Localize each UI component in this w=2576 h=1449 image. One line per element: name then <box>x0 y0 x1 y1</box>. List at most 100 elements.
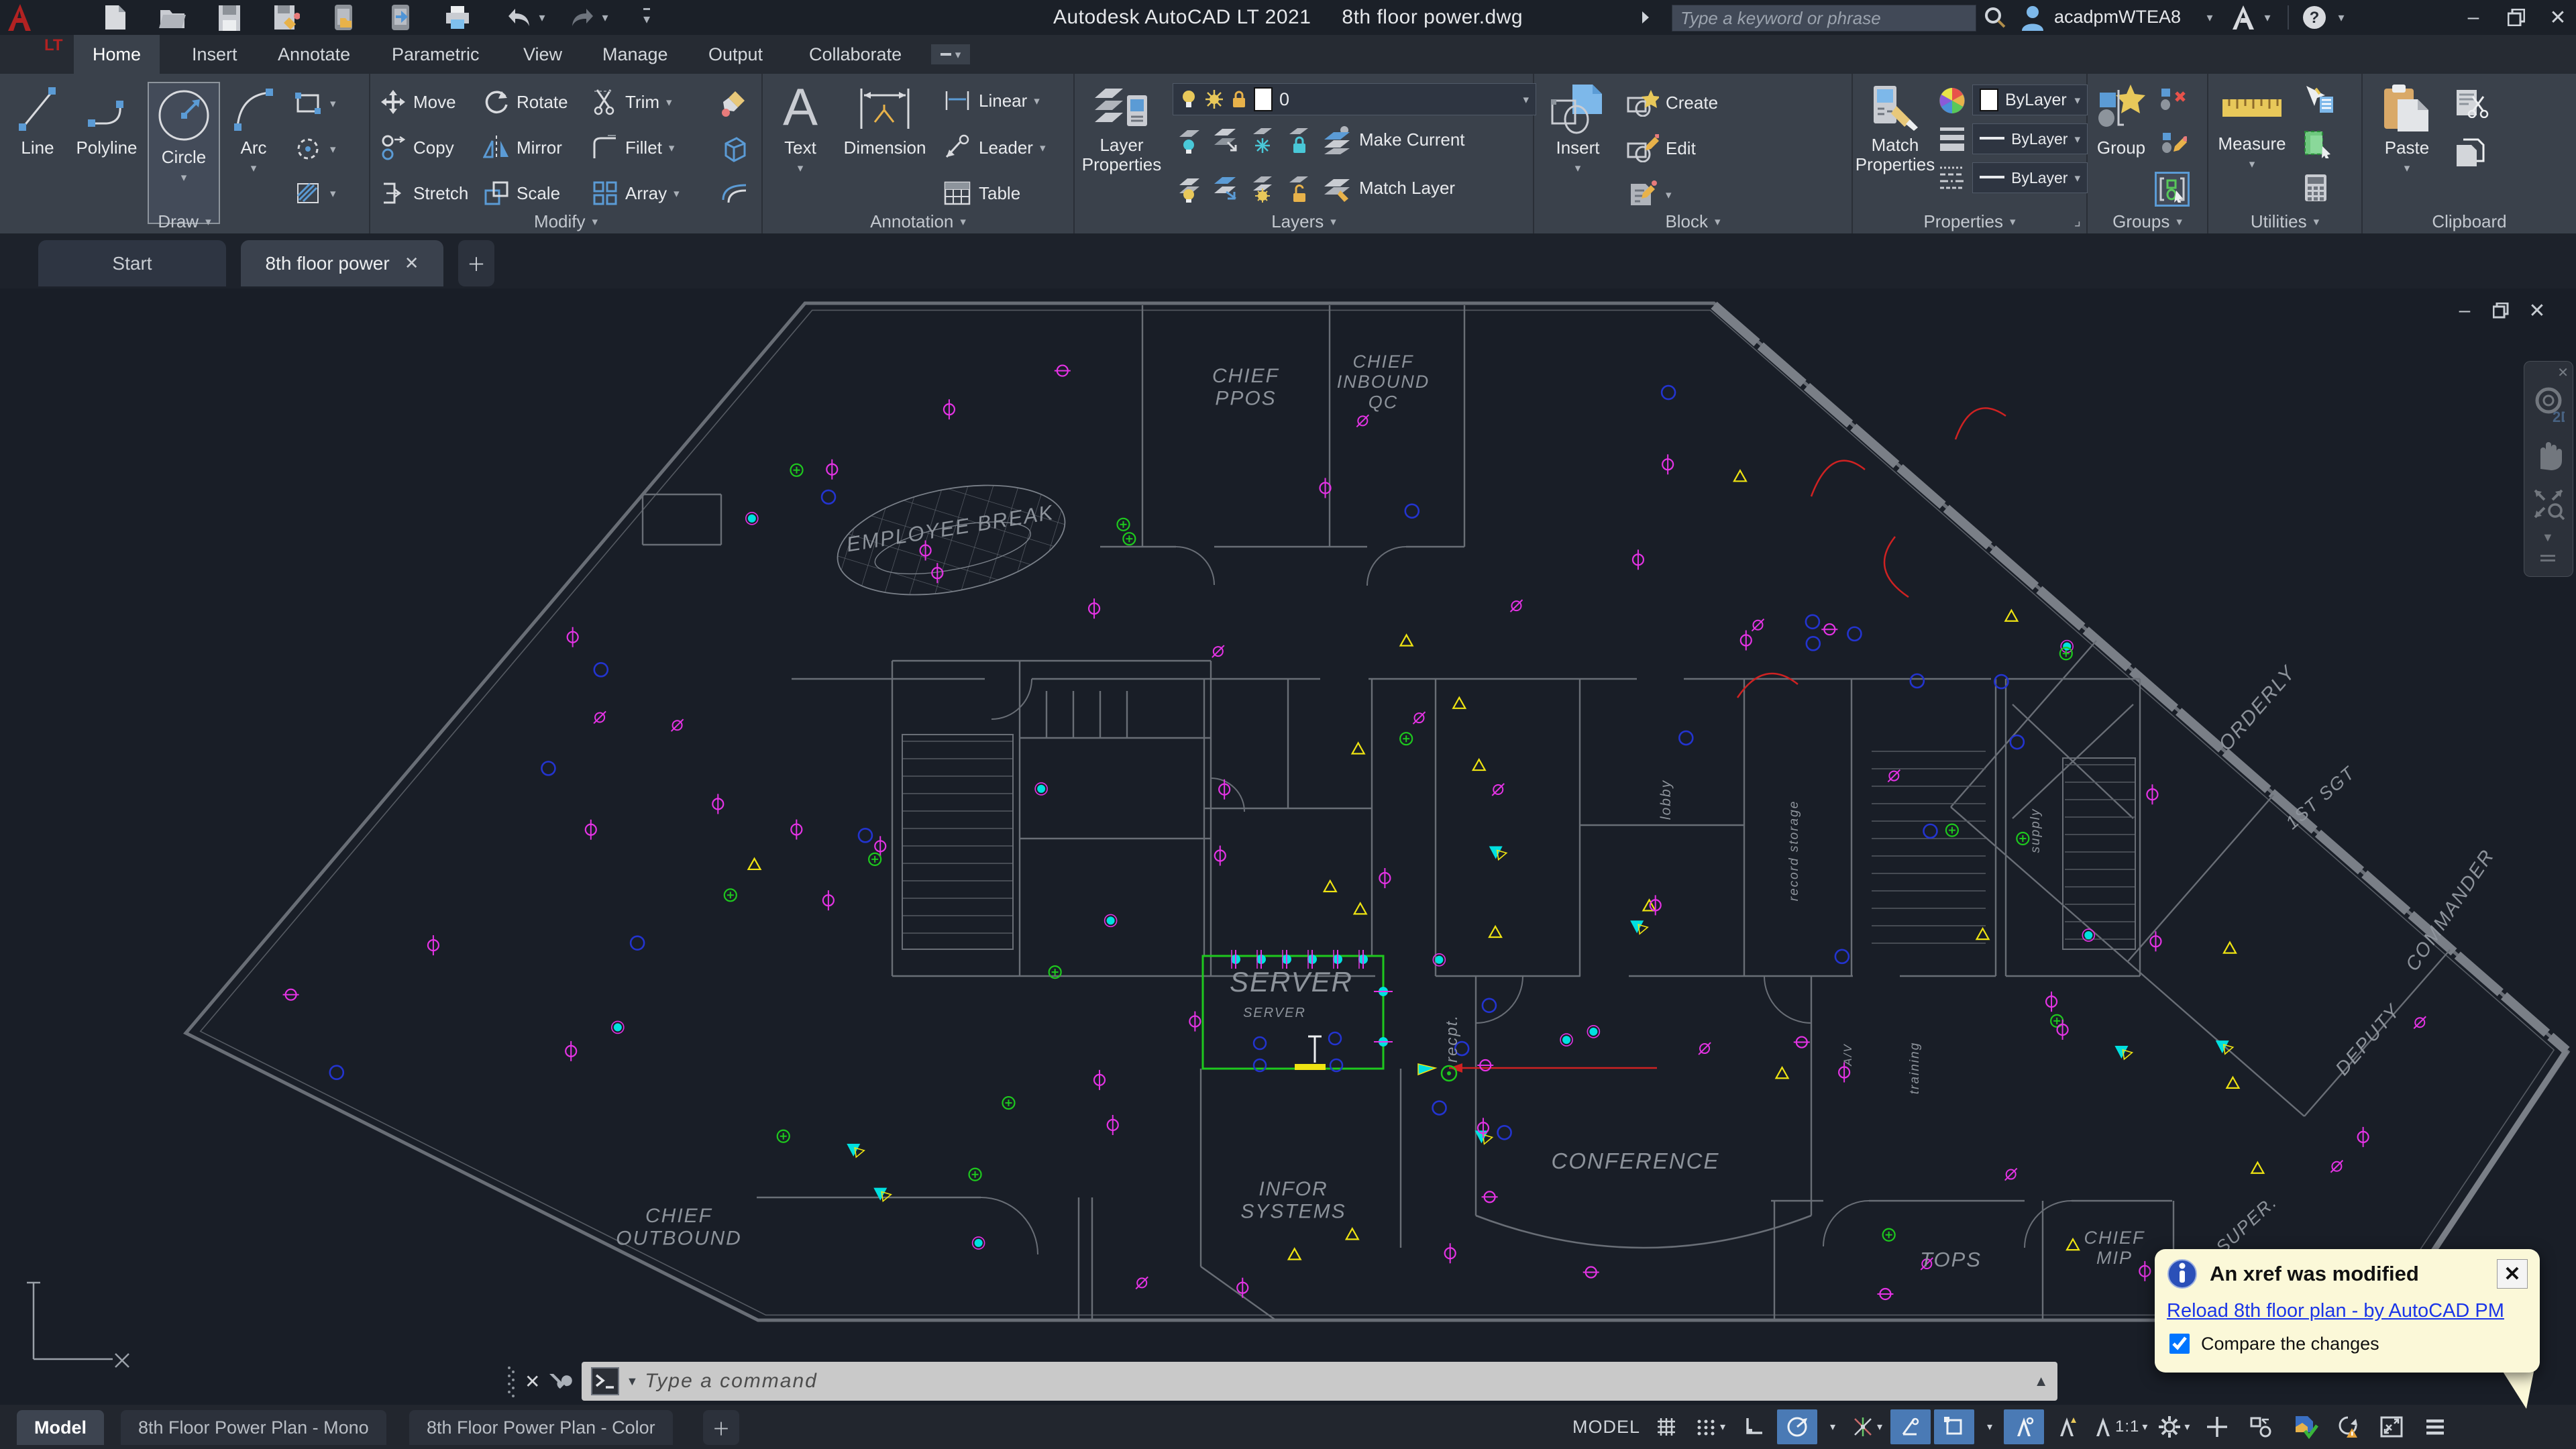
draw-panel-caption[interactable]: Draw▾ <box>0 211 369 232</box>
explode-button[interactable] <box>719 134 749 164</box>
block-panel-caption[interactable]: Block▾ <box>1534 211 1851 232</box>
command-history-caret[interactable]: ▲ <box>2034 1373 2049 1390</box>
annoscale-dropdown[interactable]: ▾ <box>2142 1420 2147 1434</box>
trim-button[interactable]: Trim▾ <box>592 89 672 115</box>
navigation-bar[interactable]: ✕ 2D ▼ <box>2524 361 2573 577</box>
pan-hand-icon[interactable] <box>2532 437 2565 472</box>
qat-customize-dropdown[interactable]: ▾ <box>633 4 660 31</box>
undo-dropdown[interactable]: ▾ <box>534 4 550 31</box>
new-layout-button[interactable]: ＋ <box>703 1410 739 1445</box>
command-bar-customize-icon[interactable] <box>549 1370 572 1393</box>
mirror-button[interactable]: Mirror <box>483 134 562 161</box>
table-button[interactable]: Table <box>943 180 1020 207</box>
ribbon-display-toggle[interactable]: ▾ <box>931 44 970 64</box>
open-file-button[interactable] <box>158 4 187 31</box>
xref-popup-close-button[interactable]: ✕ <box>2497 1259 2528 1289</box>
user-avatar-icon[interactable] <box>2018 4 2047 31</box>
file-tab-document[interactable]: 8th floor power✕ <box>241 240 443 286</box>
copy-clip-button[interactable] <box>2454 138 2486 170</box>
layer-on-button[interactable] <box>1177 173 1203 203</box>
save-button[interactable] <box>215 4 244 31</box>
line-button[interactable]: Line <box>5 83 70 158</box>
restore-button[interactable] <box>2500 3 2533 32</box>
measure-button[interactable]: Measure ▾ <box>2215 83 2289 170</box>
snap-dropdown[interactable]: ▾ <box>1720 1420 1725 1434</box>
stretch-button[interactable]: Stretch <box>380 180 468 207</box>
autodesk-a-icon[interactable] <box>2229 4 2258 31</box>
grid-display-button[interactable] <box>1646 1409 1686 1444</box>
snap-mode-button[interactable]: ▾ <box>1690 1409 1730 1444</box>
drawing-restore-icon[interactable] <box>2486 298 2516 323</box>
tab-manage[interactable]: Manage <box>584 35 687 74</box>
measure-dropdown[interactable]: ▾ <box>2249 158 2255 170</box>
isolate-objects-button[interactable] <box>2241 1409 2281 1444</box>
redo-button[interactable] <box>568 4 597 31</box>
search-icon[interactable] <box>1980 4 2010 31</box>
drawing-minimize-icon[interactable]: – <box>2450 298 2479 323</box>
paste-button[interactable]: Paste ▾ <box>2372 83 2442 174</box>
move-button[interactable]: Move <box>380 89 456 115</box>
command-bar-grip[interactable]: ✕ <box>507 1364 572 1399</box>
polar-tracking-button[interactable] <box>1777 1409 1817 1444</box>
command-recent-caret[interactable]: ▼ <box>626 1375 638 1389</box>
search-collapse-icon[interactable] <box>1635 4 1656 31</box>
leader-dropdown[interactable]: ▾ <box>1040 142 1046 154</box>
array-button[interactable]: Array▾ <box>592 180 680 207</box>
command-input-bar[interactable]: ▼ Type a command ▲ <box>582 1362 2057 1401</box>
object-color-combo[interactable]: ByLayer▾ <box>1972 85 2088 115</box>
linear-button[interactable]: Linear▾ <box>943 89 1040 113</box>
command-prompt-icon[interactable] <box>591 1367 619 1395</box>
select-similar-button[interactable] <box>2302 129 2334 158</box>
workspace-switching-button[interactable]: ▾ <box>2153 1409 2194 1444</box>
fillet-button[interactable]: Fillet▾ <box>592 134 674 161</box>
array-dropdown[interactable]: ▾ <box>674 188 680 199</box>
text-dropdown[interactable]: ▾ <box>798 162 804 174</box>
rectangle-tool-button[interactable]: ▾ <box>294 90 336 117</box>
match-properties-button[interactable]: Match Properties <box>1856 83 1935 174</box>
leader-button[interactable]: Leader▾ <box>943 134 1046 161</box>
crosshair-size-button[interactable] <box>2197 1409 2237 1444</box>
layout-tab-model[interactable]: Model <box>17 1410 104 1445</box>
insert-button[interactable]: Insert ▾ <box>1541 83 1615 174</box>
circle-dropdown[interactable]: ▾ <box>181 172 187 183</box>
quick-select-button[interactable] <box>2302 85 2334 114</box>
help-dropdown[interactable]: ▾ <box>2333 4 2349 31</box>
tab-parametric[interactable]: Parametric <box>373 35 498 74</box>
text-button[interactable]: A Text ▾ <box>768 83 833 174</box>
annotation-panel-caption[interactable]: Annotation▾ <box>763 211 1073 232</box>
dimension-button[interactable]: Dimension <box>838 83 932 158</box>
graphics-performance-button[interactable] <box>2284 1409 2324 1444</box>
minimize-button[interactable]: – <box>2457 3 2490 32</box>
create-block-button[interactable]: Create <box>1625 89 1718 117</box>
erase-button[interactable] <box>719 89 749 118</box>
drawing-close-icon[interactable]: ✕ <box>2522 298 2552 323</box>
tab-insert[interactable]: Insert <box>173 35 256 74</box>
navbar-close-icon[interactable]: ✕ <box>2557 364 2569 381</box>
ortho-mode-button[interactable] <box>1733 1409 1774 1444</box>
drawing-canvas[interactable]: CHIEFPPOSCHIEFINBOUNDQCEMPLOYEE BREAKSER… <box>0 288 2576 1405</box>
navbar-menu-icon[interactable] <box>2540 552 2555 564</box>
edit-block-button[interactable]: Edit <box>1625 134 1696 162</box>
utilities-panel-caption[interactable]: Utilities▾ <box>2208 211 2361 232</box>
layer-freeze-button[interactable] <box>1249 125 1276 154</box>
quick-calculator-button[interactable] <box>2302 173 2329 203</box>
object-snap-tracking-button[interactable] <box>1890 1409 1931 1444</box>
cut-button[interactable] <box>2454 89 2489 118</box>
command-bar-close-icon[interactable]: ✕ <box>525 1371 540 1393</box>
file-tab-close-icon[interactable]: ✕ <box>405 253 419 274</box>
isometric-drafting-button[interactable]: ▾ <box>1847 1409 1887 1444</box>
autodesk-dropdown[interactable]: ▾ <box>2259 4 2275 31</box>
insert-dropdown[interactable]: ▾ <box>1575 162 1581 174</box>
osnap-dropdown[interactable]: ▾ <box>1978 1409 2000 1444</box>
open-from-web-mobile-button[interactable] <box>329 4 358 31</box>
annotation-autoscale-button[interactable] <box>2047 1409 2088 1444</box>
tab-annotate[interactable]: Annotate <box>259 35 369 74</box>
rotate-button[interactable]: Rotate <box>483 89 568 115</box>
properties-dialog-launcher[interactable]: ⌟ <box>2074 212 2081 229</box>
paste-dropdown[interactable]: ▾ <box>2404 162 2410 174</box>
close-button[interactable]: ✕ <box>2541 3 2575 32</box>
make-current-button[interactable]: Make Current <box>1322 125 1465 154</box>
linear-dropdown[interactable]: ▾ <box>1034 95 1040 107</box>
file-tab-start[interactable]: Start <box>38 240 226 286</box>
scale-button[interactable]: Scale <box>483 180 560 207</box>
